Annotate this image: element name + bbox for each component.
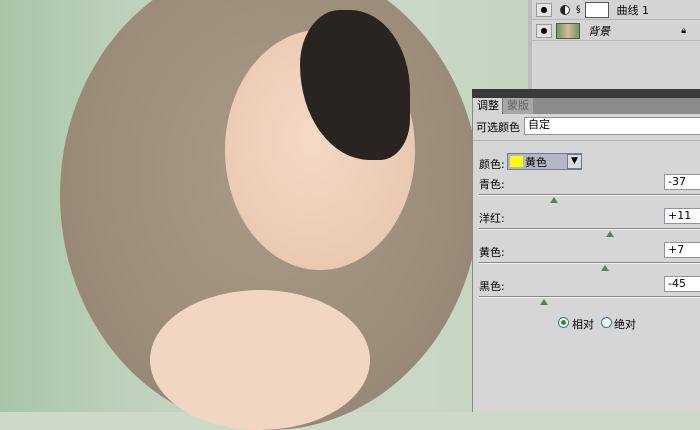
slider-label: 黑色: bbox=[479, 280, 505, 293]
preset-select[interactable]: 自定 bbox=[524, 117, 700, 135]
slider-track[interactable] bbox=[479, 194, 700, 196]
slider-track[interactable] bbox=[479, 228, 700, 230]
slider-label: 青色: bbox=[479, 178, 505, 191]
preset-label: 可选颜色 bbox=[476, 121, 520, 134]
slider-value-input[interactable]: -45 bbox=[664, 276, 700, 292]
color-value: 黄色 bbox=[525, 155, 547, 169]
radio-absolute[interactable] bbox=[601, 317, 612, 328]
slider-label: 洋红: bbox=[479, 212, 505, 225]
tab-masks[interactable]: 蒙版 bbox=[502, 98, 533, 114]
chevron-down-icon[interactable]: ▼ bbox=[567, 154, 582, 169]
slider-track[interactable] bbox=[479, 262, 700, 264]
image-thumbnail bbox=[556, 22, 580, 39]
adjustments-panel: 调整 蒙版 可选颜色 自定 颜色: 黄色 ▼ 青色: -37 洋红: +11 黄… bbox=[472, 98, 700, 412]
hands bbox=[150, 290, 370, 430]
slider-value-input[interactable]: +11 bbox=[664, 208, 700, 224]
layer-name: 背景 bbox=[588, 24, 610, 38]
color-label: 颜色: bbox=[479, 158, 505, 171]
layer-name: 曲线 1 bbox=[616, 3, 650, 17]
color-swatch bbox=[510, 156, 523, 167]
link-icon[interactable]: § bbox=[576, 5, 581, 15]
eye-icon[interactable]: ● bbox=[536, 23, 552, 38]
panel-divider[interactable] bbox=[472, 89, 700, 98]
radio-relative-label: 相对 bbox=[572, 318, 594, 331]
layer-row-curves[interactable]: ● § 曲线 1 bbox=[532, 0, 700, 20]
slider-thumb[interactable] bbox=[601, 265, 610, 271]
layer-row-background[interactable]: ● 背景 🔒︎ bbox=[532, 21, 700, 41]
eye-icon[interactable]: ● bbox=[536, 2, 552, 17]
slider-thumb[interactable] bbox=[605, 231, 614, 237]
slider-value-input[interactable]: +7 bbox=[664, 242, 700, 258]
layers-panel: ● § 曲线 1 ● 背景 🔒︎ bbox=[528, 0, 700, 89]
lock-icon: 🔒︎ bbox=[681, 25, 686, 36]
slider-value-input[interactable]: -37 bbox=[664, 174, 700, 190]
slider-thumb[interactable] bbox=[540, 299, 549, 305]
radio-relative[interactable] bbox=[558, 317, 569, 328]
radio-absolute-label: 绝对 bbox=[614, 318, 636, 331]
slider-label: 黄色: bbox=[479, 246, 505, 259]
slider-thumb[interactable] bbox=[549, 197, 558, 203]
tab-adjustments[interactable]: 调整 bbox=[473, 98, 503, 114]
slider-track[interactable] bbox=[479, 296, 700, 298]
adjustment-icon bbox=[560, 4, 570, 15]
mask-thumbnail[interactable] bbox=[584, 1, 609, 18]
